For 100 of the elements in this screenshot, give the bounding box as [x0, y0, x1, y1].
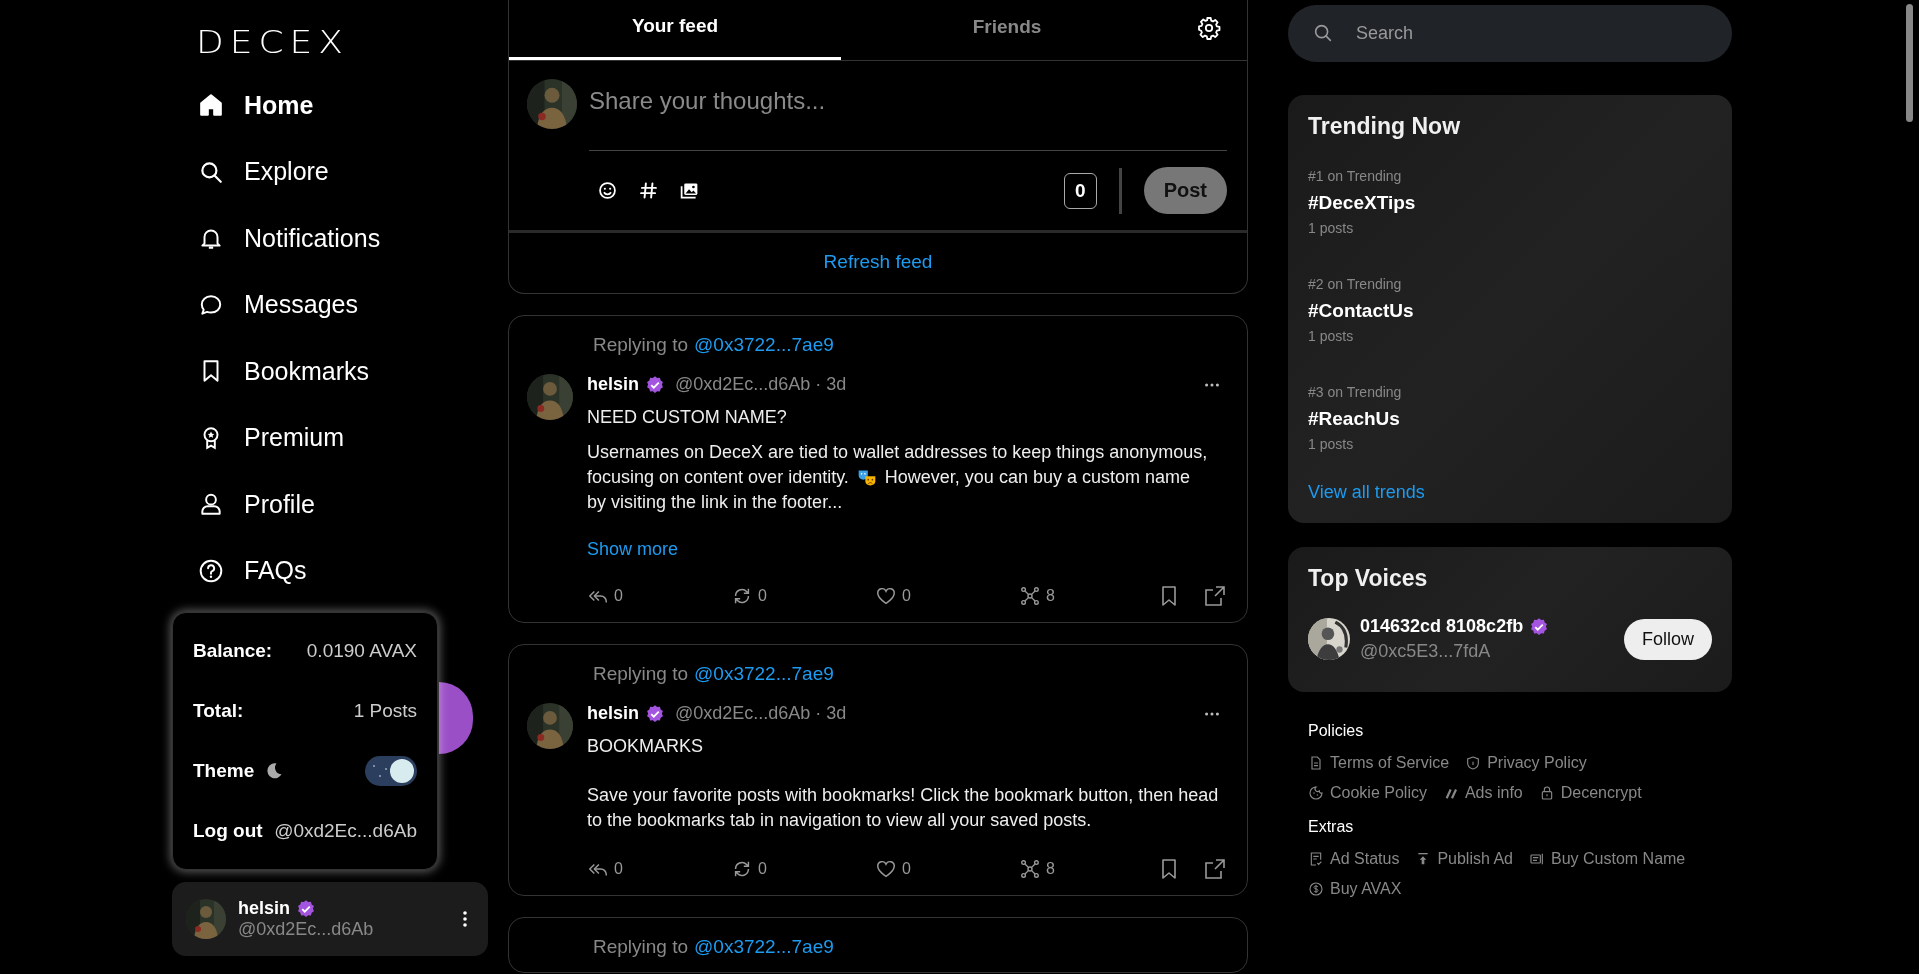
- footer-heading: Extras: [1308, 818, 1355, 836]
- more-icon[interactable]: [1203, 381, 1221, 388]
- footer-link[interactable]: Cookie Policy: [1308, 784, 1427, 802]
- coin-icon: [1308, 881, 1324, 897]
- checklist-icon: [1308, 851, 1324, 867]
- logo[interactable]: DECEX: [196, 24, 349, 60]
- user-handle: @0xc5E3...7fdA: [1360, 641, 1492, 662]
- post-button[interactable]: Post: [1143, 167, 1227, 214]
- show-more-link[interactable]: Show more: [587, 539, 679, 560]
- action-button[interactable]: 0: [587, 858, 721, 880]
- emoji-icon[interactable]: [597, 180, 618, 201]
- logout-link[interactable]: Log out: [193, 820, 263, 842]
- trend-hashtag[interactable]: #DeceXTips: [1308, 192, 1712, 214]
- replying-label: Replying to: [593, 663, 689, 685]
- trend-rank: #2 on Trending: [1308, 276, 1403, 292]
- replying-label: Replying to: [593, 936, 689, 958]
- scrollbar[interactable]: [1906, 4, 1913, 122]
- replying-label: Replying to: [593, 334, 689, 356]
- action-button[interactable]: 8: [1019, 585, 1055, 607]
- footer-link[interactable]: Publish Ad: [1415, 850, 1513, 868]
- feed-tab[interactable]: Your feed: [509, 0, 841, 60]
- post-text: Usernames on DeceX are tied to wallet addresses to keep things anonymous,: [587, 441, 1208, 464]
- view-all-link[interactable]: View all trends: [1308, 482, 1425, 503]
- footer-link[interactable]: Decencrypt: [1538, 784, 1642, 802]
- search-icon: [1312, 22, 1334, 44]
- theme-toggle[interactable]: [365, 756, 417, 786]
- post-text: Save your favorite posts with bookmarks! Click the bookmark button, then head to the bookmarks tab in navigation to view all your saved posts.: [587, 784, 1220, 832]
- feed-tab[interactable]: Friends: [841, 0, 1173, 60]
- refresh-link[interactable]: Refresh feed: [823, 251, 933, 273]
- search-field[interactable]: Search: [1288, 5, 1732, 62]
- footer-heading: Policies: [1308, 722, 1365, 740]
- account-label: Balance:: [193, 640, 273, 662]
- author-handle: @0xd2Ec...d6Ab · 3d: [675, 374, 847, 395]
- trend-hashtag[interactable]: #ReachUs: [1308, 408, 1712, 430]
- id-card-icon: [1529, 851, 1545, 867]
- user-name[interactable]: 014632cd 8108c2fb: [1360, 616, 1524, 637]
- footer-link[interactable]: Terms of Service: [1308, 754, 1450, 772]
- account-handle: @0xd2Ec...d6Ab: [274, 820, 417, 842]
- post-input[interactable]: Share your thoughts...: [589, 79, 1227, 151]
- hashtag-icon[interactable]: [638, 180, 659, 201]
- nav-item[interactable]: Notifications: [172, 205, 389, 272]
- user-handle: @0xd2Ec...d6Ab: [238, 919, 375, 940]
- account-label: Total:: [193, 700, 244, 722]
- nav-item[interactable]: Profile: [172, 471, 323, 538]
- action-button[interactable]: 0: [875, 585, 1009, 607]
- help-icon: [198, 557, 224, 584]
- action-button[interactable]: 0: [731, 858, 865, 880]
- author-handle: @0xd2Ec...d6Ab · 3d: [675, 703, 847, 724]
- post-text: by visiting the link in the footer...: [587, 491, 843, 514]
- author-name[interactable]: helsin: [587, 703, 639, 724]
- trend-hashtag[interactable]: #ContactUs: [1308, 300, 1712, 322]
- action-button[interactable]: 0: [731, 585, 865, 607]
- network-icon: [1019, 585, 1041, 607]
- theme-label: Theme: [193, 760, 255, 782]
- action-button[interactable]: 0: [875, 858, 1009, 880]
- footer-link[interactable]: Ads info: [1442, 784, 1523, 802]
- user-name: helsin: [238, 898, 290, 919]
- trend-count: 1 posts: [1308, 436, 1355, 452]
- user-card[interactable]: helsin @0xd2Ec...d6Ab: [172, 882, 488, 956]
- nav-item[interactable]: Explore: [172, 138, 337, 205]
- account-value: 1 Posts: [353, 700, 417, 722]
- mention-link[interactable]: @0x3722...7ae9: [694, 334, 834, 356]
- panel-title: Top Voices: [1308, 565, 1429, 592]
- user-icon: [198, 491, 224, 518]
- nav-item[interactable]: Home: [172, 72, 322, 139]
- trend-rank: #1 on Trending: [1308, 168, 1403, 184]
- action-button[interactable]: 0: [587, 585, 721, 607]
- footer-link[interactable]: Ad Status: [1308, 850, 1400, 868]
- post-text: However, you can buy a custom name: [884, 466, 1190, 489]
- heart-icon: [875, 585, 897, 607]
- share-icon[interactable]: [1203, 584, 1227, 608]
- nav-item[interactable]: Messages: [172, 271, 366, 338]
- shield-icon: [1465, 755, 1482, 771]
- share-icon[interactable]: [1203, 857, 1227, 881]
- nav-item[interactable]: Bookmarks: [172, 338, 378, 405]
- action-button[interactable]: 8: [1019, 858, 1055, 880]
- trend-count: 1 posts: [1308, 328, 1355, 344]
- trend-count: 1 posts: [1308, 220, 1355, 236]
- trend-rank: #3 on Trending: [1308, 384, 1403, 400]
- document-icon: [1308, 755, 1324, 771]
- nav-item[interactable]: Premium: [172, 404, 352, 471]
- heart-icon: [875, 858, 897, 880]
- author-name[interactable]: helsin: [587, 374, 639, 395]
- panel-title: Trending Now: [1308, 113, 1462, 140]
- post-text: NEED CUSTOM NAME?: [587, 406, 788, 429]
- account-value: 0.0190 AVAX: [306, 640, 417, 662]
- cookie-icon: [1308, 785, 1324, 801]
- post-text: focusing on content over identity.: [587, 466, 849, 489]
- mention-link[interactable]: @0x3722...7ae9: [694, 936, 834, 958]
- character-count: 0: [1064, 172, 1097, 209]
- footer-link[interactable]: Buy Custom Name: [1529, 850, 1686, 868]
- follow-button[interactable]: Follow: [1624, 618, 1712, 660]
- settings-icon[interactable]: [1197, 16, 1221, 40]
- mention-link[interactable]: @0x3722...7ae9: [694, 663, 834, 685]
- footer-link[interactable]: Buy AVAX: [1308, 880, 1402, 898]
- home-icon: [198, 92, 224, 119]
- post-text: BOOKMARKS: [587, 735, 705, 758]
- footer-link[interactable]: Privacy Policy: [1465, 754, 1587, 772]
- nav-item[interactable]: FAQs: [172, 537, 315, 604]
- more-icon[interactable]: [1203, 710, 1221, 717]
